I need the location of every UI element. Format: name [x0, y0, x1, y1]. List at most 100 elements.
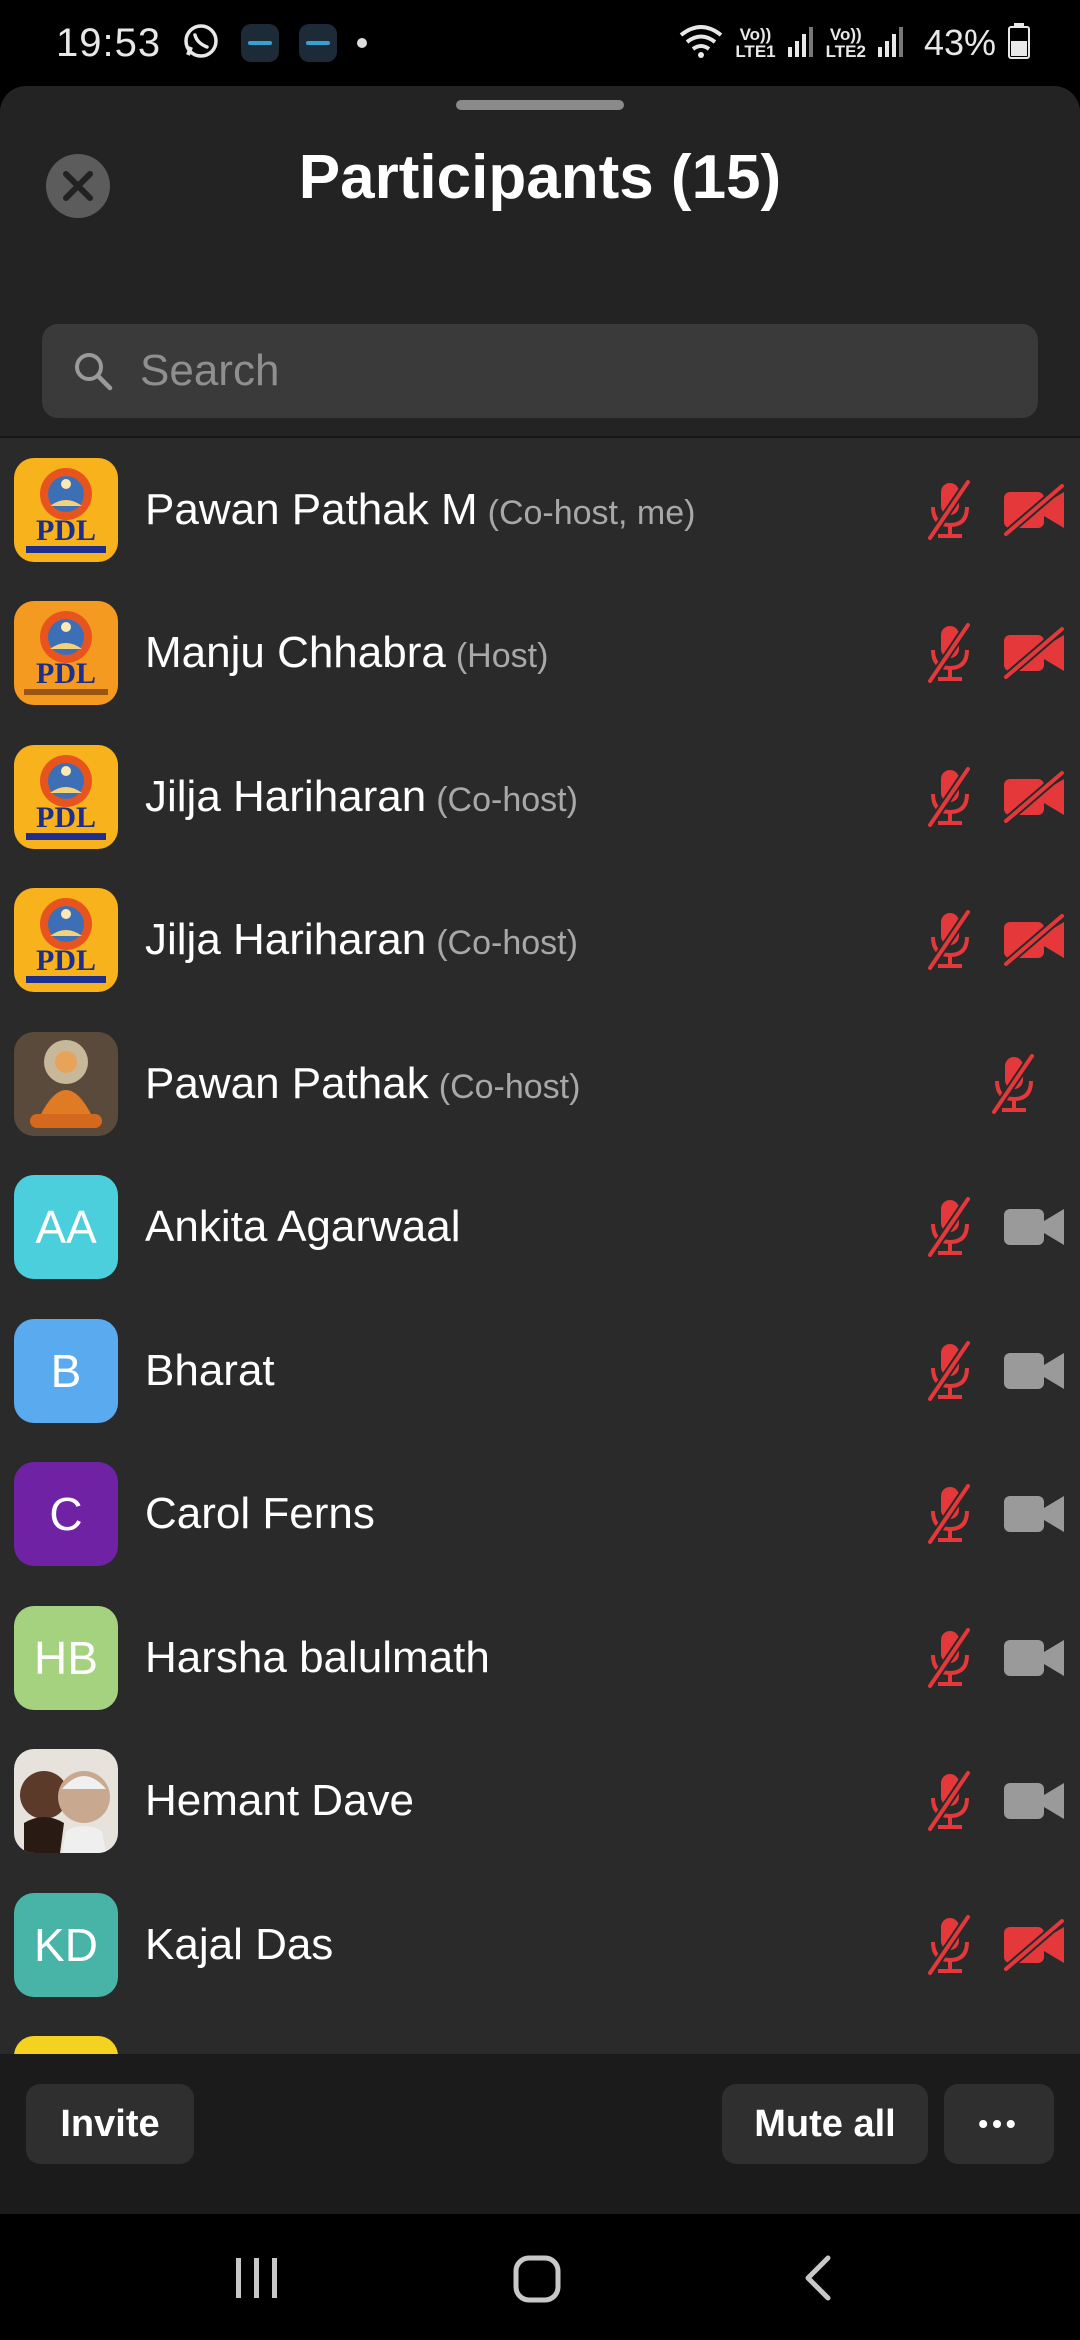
participant-row[interactable]: PDL Manju Chhabra (Host)	[0, 582, 1080, 725]
mic-muted-icon[interactable]	[918, 908, 982, 972]
lte1-bottom: LTE1	[735, 42, 776, 61]
participant-name: Harsha balulmath	[145, 1633, 490, 1683]
status-right: Vo)) LTE1 Vo)) LTE2 43%	[679, 22, 1030, 64]
more-icon: •••	[978, 2108, 1020, 2139]
battery-icon	[1008, 22, 1030, 64]
participant-row[interactable]: PDL Jilja Hariharan (Co-host)	[0, 869, 1080, 1012]
participant-role: (Host)	[455, 637, 549, 675]
more-options-button[interactable]: •••	[944, 2084, 1054, 2164]
avatar: KD	[14, 1892, 118, 1997]
avatar: PDL	[14, 888, 118, 992]
video-off-icon[interactable]	[1002, 1917, 1066, 1972]
mic-muted-icon[interactable]	[918, 1913, 982, 1977]
participant-name: Carol Ferns	[145, 1489, 375, 1539]
svg-text:PDL: PDL	[36, 801, 96, 834]
search-placeholder: Search	[140, 346, 280, 395]
participant-name: Bharat	[145, 1346, 275, 1396]
participant-row[interactable]: B Bharat	[0, 1299, 1080, 1442]
back-icon[interactable]	[800, 2254, 836, 2302]
drag-handle[interactable]	[456, 100, 624, 110]
avatar: HB	[14, 1605, 118, 1710]
bottom-action-bar: Invite Mute all •••	[0, 2054, 1080, 2214]
participant-row[interactable]: Hemant Dave	[0, 1730, 1080, 1873]
status-time: 19:53	[56, 20, 162, 65]
participant-row[interactable]: Pawan Pathak (Co-host)	[0, 1012, 1080, 1155]
participant-row-partial[interactable]	[0, 2017, 1080, 2054]
avatar	[14, 1031, 118, 1136]
participant-name: Hemant Dave	[145, 1776, 414, 1826]
participant-role: (Co-host)	[436, 924, 578, 962]
avatar: C	[14, 1462, 118, 1566]
mute-all-button[interactable]: Mute all	[722, 2084, 928, 2164]
mic-muted-icon[interactable]	[918, 765, 982, 829]
video-off-icon[interactable]	[1002, 482, 1066, 537]
participant-name-text: Pawan Pathak	[145, 1058, 429, 1108]
home-icon[interactable]	[512, 2254, 562, 2304]
mic-muted-icon[interactable]	[918, 478, 982, 542]
mic-muted-icon[interactable]	[918, 1769, 982, 1833]
participant-name-text: Pawan Pathak M	[145, 484, 478, 534]
participant-list[interactable]: PDL Pawan Pathak M (Co-host, me) PDL Manju C…	[0, 438, 1080, 2054]
video-off-icon[interactable]	[1002, 625, 1066, 681]
participant-role: (Co-host, me)	[487, 493, 696, 532]
wifi-icon	[679, 23, 723, 64]
participants-sheet: Participants (15) Search PDL Pawan Pathak…	[0, 86, 1080, 2214]
mic-muted-icon[interactable]	[918, 1482, 982, 1546]
video-camera-icon[interactable]	[1002, 1488, 1066, 1540]
participant-name: Pawan Pathak M (Co-host, me)	[145, 485, 695, 535]
invite-button[interactable]: Invite	[26, 2084, 194, 2164]
page-title: Participants (15)	[298, 143, 782, 212]
video-off-icon[interactable]	[1002, 912, 1066, 968]
app-notification-icon	[241, 24, 280, 62]
participant-name: Jilja Hariharan (Co-host)	[145, 772, 578, 822]
mic-muted-icon[interactable]	[918, 1626, 982, 1690]
status-bar: 19:53 Vo)) LTE1 Vo)) LTE2 43%	[0, 0, 1080, 86]
recent-apps-icon[interactable]	[232, 2256, 282, 2300]
participant-row[interactable]: PDL Pawan Pathak M (Co-host, me)	[0, 438, 1080, 581]
battery-percent: 43%	[923, 22, 996, 63]
participant-name-text: Manju Chhabra	[145, 628, 446, 677]
mic-muted-icon[interactable]	[918, 1195, 982, 1259]
participant-role: (Co-host)	[436, 780, 578, 819]
svg-text:PDL: PDL	[36, 944, 96, 977]
video-camera-icon[interactable]	[1002, 1632, 1066, 1684]
avatar: PDL	[14, 744, 118, 849]
participant-name-text: Harsha balulmath	[145, 1632, 490, 1682]
lte1-label: Vo)) LTE1	[735, 26, 775, 60]
app-notification-icon-2	[299, 24, 338, 62]
lte2-bottom: LTE2	[825, 42, 866, 61]
lte2-label: Vo)) LTE2	[826, 26, 866, 60]
participant-row[interactable]: KD Kajal Das	[0, 1873, 1080, 2016]
participant-name-text: Carol Ferns	[145, 1489, 375, 1538]
video-camera-icon[interactable]	[1002, 1775, 1066, 1827]
mic-muted-icon[interactable]	[918, 621, 982, 685]
participant-name-text: Bharat	[145, 1345, 275, 1395]
signal-icon-1	[787, 25, 814, 62]
participant-name: Manju Chhabra (Host)	[145, 628, 548, 678]
mic-muted-icon[interactable]	[982, 1052, 1046, 1116]
participant-name-text: Jilja Hariharan	[145, 771, 427, 821]
avatar	[14, 2036, 118, 2054]
signal-icon-2	[877, 25, 904, 62]
video-off-icon[interactable]	[1002, 769, 1066, 824]
participant-name-text: Jilja Hariharan	[145, 915, 427, 964]
participant-name: Jilja Hariharan (Co-host)	[145, 915, 578, 965]
avatar: PDL	[14, 601, 118, 705]
participant-name-text: Ankita Agarwaal	[145, 1202, 461, 1251]
participant-row[interactable]: PDL Jilja Hariharan (Co-host)	[0, 725, 1080, 868]
avatar: AA	[14, 1175, 118, 1279]
mic-muted-icon[interactable]	[918, 1339, 982, 1403]
more-notifications-dot	[357, 38, 368, 48]
search-input[interactable]: Search	[42, 324, 1038, 418]
avatar	[14, 1749, 118, 1853]
video-camera-icon[interactable]	[1002, 1345, 1066, 1397]
participant-name-text: Hemant Dave	[145, 1776, 415, 1825]
participant-row[interactable]: HB Harsha balulmath	[0, 1586, 1080, 1729]
participant-row[interactable]: AA Ankita Agarwaal	[0, 1156, 1080, 1299]
participant-name-text: Kajal Das	[145, 1919, 334, 1969]
system-nav-bar	[0, 2214, 1080, 2340]
participant-role: (Co-host)	[438, 1067, 581, 1106]
video-camera-icon[interactable]	[1002, 1201, 1066, 1253]
participant-row[interactable]: C Carol Ferns	[0, 1443, 1080, 1586]
avatar: PDL	[14, 457, 118, 562]
